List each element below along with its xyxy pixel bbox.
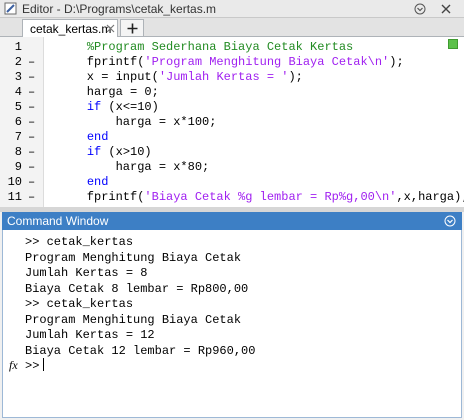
code-token: harga = x*100; <box>58 115 217 129</box>
code-token: 'Jumlah Kertas = ' <box>158 70 289 84</box>
code-line[interactable]: 7– end <box>0 130 446 145</box>
code-token: ,x,harga); <box>396 190 464 204</box>
code-analyzer-status-icon[interactable] <box>448 39 458 49</box>
breakpoint-dash[interactable]: – <box>28 175 35 190</box>
breakpoint-dash[interactable]: – <box>28 145 35 160</box>
code-text: fprintf('Program Menghitung Biaya Cetak\… <box>58 55 404 70</box>
editor-titlebar: Editor - D:\Programs\cetak_kertas.m <box>0 0 464 18</box>
pencil-icon <box>4 2 17 15</box>
code-text: if (x<=10) <box>58 100 159 115</box>
code-line[interactable]: 4– harga = 0; <box>0 85 446 100</box>
breakpoint-dash[interactable]: – <box>28 190 35 205</box>
command-output-line: Biaya Cetak 12 lembar = Rp960,00 <box>25 343 256 358</box>
plus-icon <box>127 23 138 34</box>
text-cursor <box>43 358 45 371</box>
code-text: harga = x*80; <box>58 160 210 175</box>
code-text: harga = 0; <box>58 85 159 100</box>
command-window-title: Command Window <box>7 214 109 228</box>
line-number: 6 <box>14 115 22 129</box>
command-output-line: Jumlah Kertas = 12 <box>25 328 155 342</box>
code-token: fprintf( <box>58 55 145 69</box>
breakpoint-dash[interactable]: – <box>28 115 35 130</box>
line-number: 2 <box>14 55 22 69</box>
breakpoint-dash[interactable]: – <box>28 130 35 145</box>
code-line[interactable]: 1 %Program Sederhana Biaya Cetak Kertas <box>0 40 446 55</box>
code-token: harga = 0; <box>58 85 159 99</box>
breakpoint-dash[interactable]: – <box>28 160 35 175</box>
code-text: end <box>58 175 109 190</box>
tab-close-icon[interactable] <box>106 24 115 33</box>
command-window-body[interactable]: >> cetak_kertas Program Menghitung Biaya … <box>2 230 462 418</box>
code-token: if <box>86 100 102 114</box>
line-number: 8 <box>14 145 22 159</box>
code-token: %Program Sederhana Biaya Cetak Kertas <box>86 40 354 54</box>
code-token: end <box>86 175 109 189</box>
command-output-line: Biaya Cetak 8 lembar = Rp800,00 <box>25 281 249 296</box>
code-text: fprintf('Biaya Cetak %g lembar = Rp%g,00… <box>58 190 464 205</box>
code-line[interactable]: 11– fprintf('Biaya Cetak %g lembar = Rp%… <box>0 190 464 205</box>
breakpoint-dash[interactable]: – <box>28 55 35 70</box>
code-text: harga = x*100; <box>58 115 217 130</box>
line-number: 11 <box>7 190 22 204</box>
code-token: ); <box>389 55 404 69</box>
line-number: 1 <box>14 40 22 54</box>
command-output-line: Program Menghitung Biaya Cetak <box>25 312 242 327</box>
code-text: if (x>10) <box>58 145 152 160</box>
tab-label: cetak_kertas.m <box>30 22 112 36</box>
code-line[interactable]: 5– if (x<=10) <box>0 100 446 115</box>
add-tab-button[interactable] <box>120 19 144 36</box>
prompt-label: >> <box>25 359 40 373</box>
code-token: (x<=10) <box>101 100 159 114</box>
code-token: 'Program Menghitung Biaya Cetak\n' <box>144 55 390 69</box>
command-output-line: >> cetak_kertas <box>25 235 134 249</box>
close-icon[interactable] <box>440 3 452 15</box>
command-window-header: Command Window <box>2 212 462 230</box>
editor-tabbar: cetak_kertas.m <box>0 18 464 37</box>
code-line[interactable]: 9– harga = x*80; <box>0 160 446 175</box>
code-token: fprintf( <box>58 190 145 204</box>
code-token: (x>10) <box>101 145 152 159</box>
code-text: end <box>58 130 109 145</box>
line-number: 4 <box>14 85 22 99</box>
command-output-line: Jumlah Kertas = 8 <box>25 266 148 280</box>
line-number: 5 <box>14 100 22 114</box>
code-text: x = input('Jumlah Kertas = '); <box>58 70 303 85</box>
editor-title: Editor - D:\Programs\cetak_kertas.m <box>22 2 217 16</box>
code-token: end <box>86 130 109 144</box>
chevron-down-circle-icon[interactable] <box>444 215 456 227</box>
breakpoint-dash[interactable]: – <box>28 70 35 85</box>
tab-cetak-kertas[interactable]: cetak_kertas.m <box>22 19 118 37</box>
chevron-down-circle-icon[interactable] <box>414 3 426 15</box>
code-editor[interactable]: 1 %Program Sederhana Biaya Cetak Kertas 2… <box>0 37 464 207</box>
line-number: 3 <box>14 70 22 84</box>
command-prompt[interactable]: >> <box>25 358 45 374</box>
code-line[interactable]: 3– x = input('Jumlah Kertas = '); <box>0 70 446 85</box>
line-number: 10 <box>7 175 22 189</box>
function-browser-icon[interactable]: fx <box>9 358 18 373</box>
command-output-line: >> cetak_kertas <box>25 297 134 311</box>
line-number: 9 <box>14 160 22 174</box>
line-number: 7 <box>14 130 22 144</box>
code-token: 'Biaya Cetak %g lembar = Rp%g,00\n' <box>144 190 397 204</box>
code-line[interactable]: 10– end <box>0 175 446 190</box>
code-token: harga = x*80; <box>58 160 210 174</box>
command-output-line: Program Menghitung Biaya Cetak <box>25 250 242 265</box>
code-token: x = input( <box>58 70 159 84</box>
breakpoint-dash[interactable]: – <box>28 85 35 100</box>
code-line[interactable]: 2– fprintf('Program Menghitung Biaya Cet… <box>0 55 446 70</box>
code-line[interactable]: 8– if (x>10) <box>0 145 446 160</box>
code-text: %Program Sederhana Biaya Cetak Kertas <box>58 40 353 55</box>
code-token: ); <box>288 70 303 84</box>
code-line[interactable]: 6– harga = x*100; <box>0 115 446 130</box>
code-token: if <box>86 145 102 159</box>
breakpoint-dash[interactable]: – <box>28 100 35 115</box>
